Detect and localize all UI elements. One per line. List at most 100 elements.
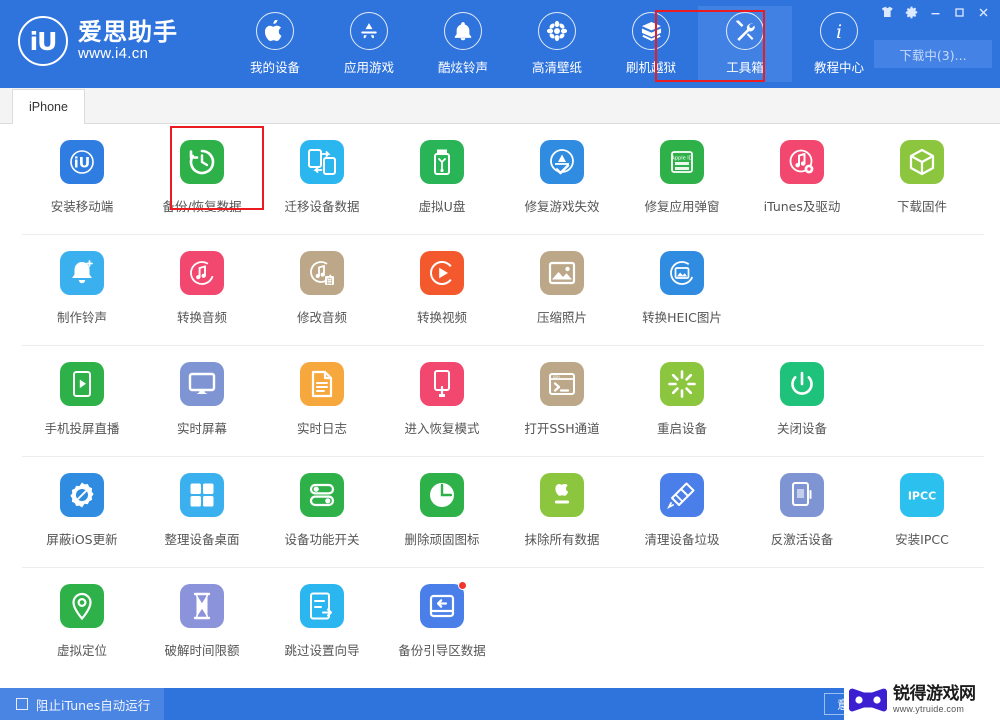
nav-item-flower[interactable]: 高清壁纸 [510,6,604,82]
apple-icon [256,12,294,50]
nav-item-label: 酷炫铃声 [437,60,488,75]
ssh-terminal-icon: SSH [540,362,584,406]
notification-badge [458,581,467,590]
tool-item-label: 下载固件 [896,199,947,214]
nav-item-tools[interactable]: 工具箱 [698,6,792,82]
tool-item-live-log[interactable]: 实时日志 [262,358,382,446]
tool-item-organize-desktop[interactable]: 整理设备桌面 [142,469,262,557]
tool-item-label: 压缩照片 [536,310,587,325]
tool-item-heic-convert[interactable]: 转换HEIC图片 [622,247,742,335]
watermark-logo: 锐得游戏网 www.ytruide.com [844,680,1000,720]
tool-item-label: 清理设备垃圾 [644,532,720,547]
nav-item-apple[interactable]: 我的设备 [228,6,322,82]
tool-item-audio-convert[interactable]: 转换音频 [142,247,262,335]
tool-item-power-off[interactable]: 关闭设备 [742,358,862,446]
download-status-button[interactable]: 下载中(3)... [874,40,992,68]
tool-item-label: 破解时间限额 [164,643,240,658]
tool-item-audio-edit[interactable]: 自修改音频 [262,247,382,335]
tool-item-label: 设备功能开关 [284,532,360,547]
tool-item-deactivate[interactable]: 反激活设备 [742,469,862,557]
settings-gear-icon[interactable] [900,3,922,21]
tool-item-itunes-driver[interactable]: iTunes及驱动 [742,136,862,224]
tool-item-time-limit[interactable]: 破解时间限额 [142,580,262,668]
backup-restore-icon [180,140,224,184]
svg-text:i: i [836,21,842,42]
tool-item-reboot[interactable]: 重启设备 [622,358,742,446]
tool-item-recovery-mode[interactable]: 进入恢复模式 [382,358,502,446]
audio-edit-icon: 自 [300,251,344,295]
nav-item-appstore[interactable]: 应用游戏 [322,6,416,82]
tool-row: 手机投屏直播 实时屏幕 实时日志 进入恢复模式 SSH 打开SSH通道 重启设备 关闭设备 [22,346,984,457]
tool-item-label: 转换音频 [176,310,227,325]
flower-icon [538,12,576,50]
tool-item-appleid-popup[interactable]: Apple ID 修复应用弹窗 [622,136,742,224]
tool-item-label: 迁移设备数据 [284,199,360,214]
tool-item-label: 重启设备 [656,421,707,436]
tool-item-live-screen[interactable]: 实时屏幕 [142,358,262,446]
tool-item-ssh-terminal[interactable]: SSH 打开SSH通道 [502,358,622,446]
block-itunes-toggle[interactable]: 阻止iTunes自动运行 [0,688,165,720]
tool-item-label: 转换HEIC图片 [642,310,722,325]
skip-setup-icon [300,584,344,628]
tool-item-label: 修改音频 [296,310,347,325]
box-open-icon [632,12,670,50]
tool-item-ringtone-bell[interactable]: 制作铃声 [22,247,142,335]
nav-item-info[interactable]: i 教程中心 [792,6,886,82]
tool-item-feature-toggle[interactable]: 设备功能开关 [262,469,382,557]
app-window: iU 爱思助手 www.i4.cn 我的设备 应用游戏 酷炫铃声 高清壁纸 刷机越狱 工具… [0,0,1000,720]
svg-text:自: 自 [326,276,333,285]
nav-item-box-open[interactable]: 刷机越狱 [604,6,698,82]
tool-item-firmware-cube[interactable]: 下载固件 [862,136,982,224]
tool-item-block-update[interactable]: 屏蔽iOS更新 [22,469,142,557]
i4-app-icon: iU [60,140,104,184]
virtual-location-icon [60,584,104,628]
brand-mark-icon: iU [18,16,68,66]
tool-item-erase-all[interactable]: 抹除所有数据 [502,469,622,557]
brand-text: 爱思助手 www.i4.cn [78,19,178,63]
ringtone-bell-icon [60,251,104,295]
tool-item-backup-restore[interactable]: 备份/恢复数据 [142,136,262,224]
close-button[interactable] [972,3,994,21]
maximize-button[interactable] [948,3,970,21]
tool-item-clean-junk[interactable]: 清理设备垃圾 [622,469,742,557]
nav-item-label: 高清壁纸 [531,60,582,75]
bell-icon [444,12,482,50]
watermark-url: www.ytruide.com [893,704,965,714]
tab-iphone[interactable]: iPhone [12,89,85,124]
svg-text:Apple ID: Apple ID [671,156,692,162]
tool-item-label: iTunes及驱动 [763,199,841,214]
appstore-icon [350,12,388,50]
tool-item-ipcc[interactable]: IPCC 安装IPCC [862,469,982,557]
screen-cast-icon [60,362,104,406]
usb-drive-icon [420,140,464,184]
ipcc-icon: IPCC [900,473,944,517]
tool-item-label: 备份/恢复数据 [162,199,242,214]
tool-item-label: 转换视频 [416,310,467,325]
tool-item-video-convert[interactable]: 转换视频 [382,247,502,335]
brand-logo: iU 爱思助手 www.i4.cn [18,16,218,66]
tool-item-i4-app[interactable]: iU 安装移动端 [22,136,142,224]
tool-item-virtual-location[interactable]: 虚拟定位 [22,580,142,668]
tool-item-usb-drive[interactable]: 虚拟U盘 [382,136,502,224]
info-icon: i [820,12,858,50]
minimize-button[interactable] [924,3,946,21]
video-convert-icon [420,251,464,295]
tool-item-label: 实时日志 [296,421,347,436]
tool-item-label: 进入恢复模式 [404,421,480,436]
skin-icon[interactable] [876,3,898,21]
firmware-cube-icon [900,140,944,184]
tool-item-screen-cast[interactable]: 手机投屏直播 [22,358,142,446]
tool-item-label: 安装IPCC [895,532,949,547]
recovery-mode-icon [420,362,464,406]
tool-item-photo-compress[interactable]: 压缩照片 [502,247,622,335]
nav-item-bell[interactable]: 酷炫铃声 [416,6,510,82]
tool-item-label: 制作铃声 [56,310,107,325]
tool-item-skip-setup[interactable]: 跳过设置向导 [262,580,382,668]
tool-item-appstore-fix[interactable]: 修复游戏失效 [502,136,622,224]
time-limit-icon [180,584,224,628]
block-itunes-checkbox[interactable] [16,698,28,710]
tab-strip: iPhone [0,88,1000,124]
tool-item-device-transfer[interactable]: 迁移设备数据 [262,136,382,224]
tool-item-backup-boot[interactable]: 备份引导区数据 [382,580,502,668]
tool-item-delete-icon[interactable]: 删除顽固图标 [382,469,502,557]
